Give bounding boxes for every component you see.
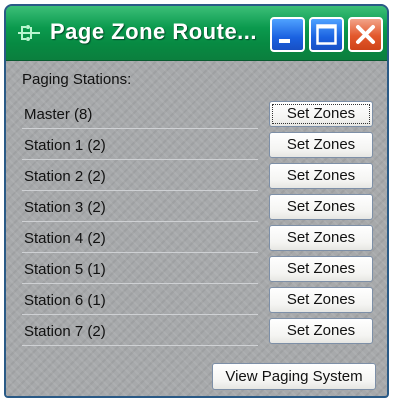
maximize-button[interactable] <box>309 17 344 52</box>
set-zones-button-station-3[interactable]: Set Zones <box>269 194 373 220</box>
page-zone-route-window: Page Zone Route... Paging Stations: Mast… <box>4 4 389 398</box>
paging-stations-label: Paging Stations: <box>22 71 132 88</box>
close-icon <box>356 25 375 44</box>
view-paging-system-button[interactable]: View Paging System <box>212 363 376 390</box>
set-zones-button-master[interactable]: Set Zones <box>269 101 373 127</box>
minimize-button[interactable] <box>270 17 305 52</box>
station-row-3: Station 3 (2) Set Zones <box>22 192 375 223</box>
title-bar[interactable]: Page Zone Route... <box>6 6 387 61</box>
set-zones-button-station-7[interactable]: Set Zones <box>269 318 373 344</box>
close-button[interactable] <box>348 17 383 52</box>
set-zones-button-station-5[interactable]: Set Zones <box>269 256 373 282</box>
station-name-cell: Station 5 (1) <box>22 254 258 284</box>
station-name-cell: Station 2 (2) <box>22 161 258 191</box>
station-name: Station 5 (1) <box>24 261 106 278</box>
minimize-icon <box>279 39 290 43</box>
station-row-5: Station 5 (1) Set Zones <box>22 254 375 285</box>
station-name-cell: Station 6 (1) <box>22 285 258 315</box>
station-name: Station 2 (2) <box>24 168 106 185</box>
station-name-cell: Station 1 (2) <box>22 130 258 160</box>
set-zones-button-station-2[interactable]: Set Zones <box>269 163 373 189</box>
station-name-cell: Station 4 (2) <box>22 223 258 253</box>
station-name: Station 1 (2) <box>24 137 106 154</box>
station-row-2: Station 2 (2) Set Zones <box>22 161 375 192</box>
station-row-6: Station 6 (1) Set Zones <box>22 285 375 316</box>
station-name-cell: Master (8) <box>22 99 258 129</box>
set-zones-button-station-4[interactable]: Set Zones <box>269 225 373 251</box>
set-zones-button-station-1[interactable]: Set Zones <box>269 132 373 158</box>
app-icon <box>18 25 40 41</box>
station-name-cell: Station 3 (2) <box>22 192 258 222</box>
station-row-master: Master (8) Set Zones <box>22 99 375 130</box>
station-name: Station 7 (2) <box>24 323 106 340</box>
maximize-icon <box>316 24 337 45</box>
station-row-1: Station 1 (2) Set Zones <box>22 130 375 161</box>
station-name: Station 4 (2) <box>24 230 106 247</box>
window-client-area: Paging Stations: Master (8) Set Zones St… <box>6 61 387 396</box>
station-name: Station 6 (1) <box>24 292 106 309</box>
station-row-7: Station 7 (2) Set Zones <box>22 316 375 347</box>
station-name: Station 3 (2) <box>24 199 106 216</box>
station-name: Master (8) <box>24 106 93 123</box>
station-name-cell: Station 7 (2) <box>22 316 258 346</box>
window-title: Page Zone Route... <box>50 19 258 44</box>
station-row-4: Station 4 (2) Set Zones <box>22 223 375 254</box>
set-zones-button-station-6[interactable]: Set Zones <box>269 287 373 313</box>
